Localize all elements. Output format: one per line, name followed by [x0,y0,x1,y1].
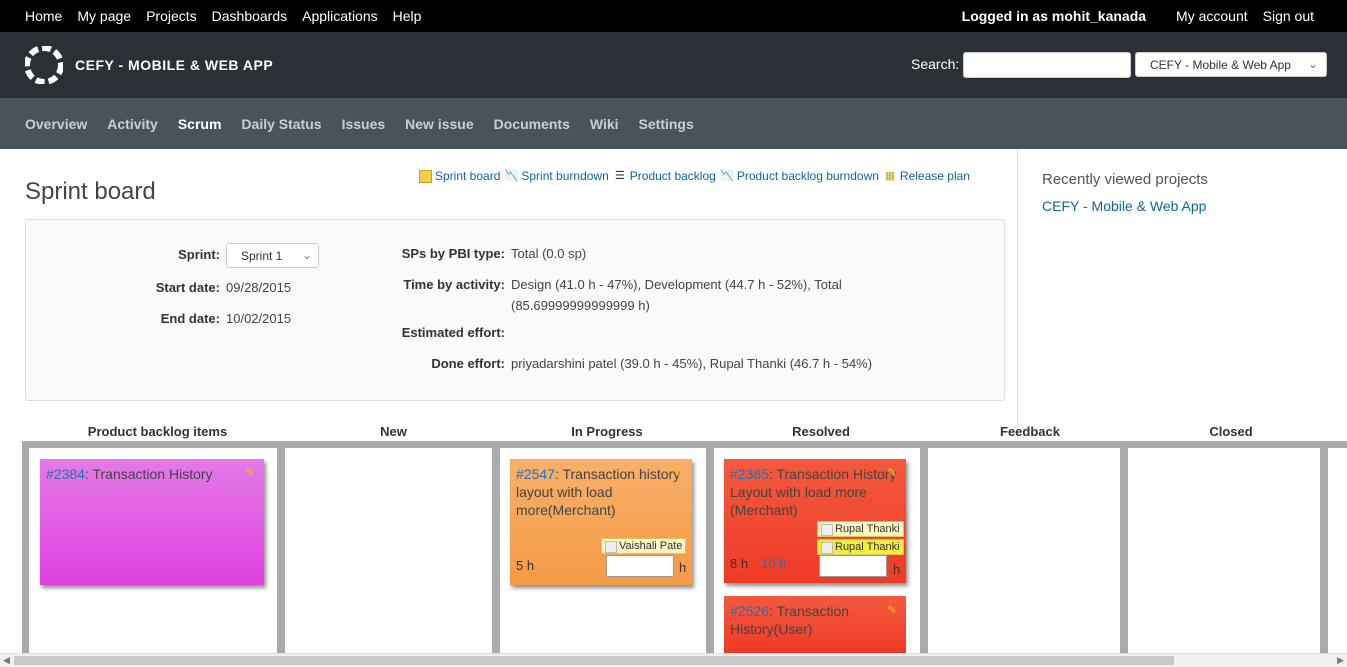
done-effort-value: priyadarshini patel (39.0 h - 45%), Rupa… [511,356,873,371]
horizontal-scrollbar[interactable]: ◀ ▶ [0,653,1347,667]
assignee-badge[interactable]: Rupal Thanki [817,521,904,537]
time-activity-value-total: (85.69999999999999 h) [511,298,650,313]
release-plan-link[interactable]: ▦ Release plan [883,169,970,183]
chevron-down-icon: ⌄ [1307,57,1318,71]
card-title: : Transaction History [84,466,213,482]
issue-id-link[interactable]: #2526 [730,603,769,619]
assignee-badge[interactable]: Rupal Thanki [817,539,904,555]
backlog-card[interactable]: #2384: Transaction History ✎ [40,459,264,585]
tab-activity[interactable]: Activity [107,116,158,132]
my-account-link[interactable]: My account [1176,8,1248,24]
spent-hours: 10 h [761,556,787,571]
scroll-right-icon[interactable]: ▶ [1337,654,1344,667]
search-label: Search: [911,56,960,72]
column-header-in-progress: In Progress [571,424,643,439]
tab-settings[interactable]: Settings [639,116,694,132]
top-link-home[interactable]: Home [25,8,62,24]
assignee-badge[interactable]: Vaishali Pate [601,538,687,554]
column-header-resolved: Resolved [792,424,850,439]
task-card[interactable]: #2526: Transaction History(User) ✎ [724,596,906,653]
issue-id-link[interactable]: #2385 [730,466,769,482]
done-effort-label: Done effort: [431,356,505,371]
sps-value: Total (0.0 sp) [511,246,587,261]
search-input[interactable] [963,52,1131,78]
project-header: CEFY - MOBILE & WEB APP Search: CEFY - M… [0,32,1347,98]
column-header-feedback: Feedback [1000,424,1060,439]
chevron-down-icon: ⌄ [301,248,312,262]
hours-unit: h [893,562,901,577]
main-menu: Overview Activity Scrum Daily Status Iss… [0,98,1347,149]
estimated-effort-label: Estimated effort: [401,325,505,340]
scroll-left-icon[interactable]: ◀ [3,654,10,667]
product-backlog-link[interactable]: ☰ Product backlog [613,169,716,183]
list-icon: ☰ [614,170,625,182]
scrollbar-thumb[interactable] [14,656,1174,665]
board-cell-new [285,448,492,653]
board-cell-extra [1328,448,1347,653]
issue-id-link[interactable]: #2384 [46,466,85,482]
end-date-label: End date: [160,311,220,326]
pencil-icon[interactable]: ✎ [673,464,683,482]
top-menu-bar: Home My page Projects Dashboards Applica… [0,0,1347,32]
board-icon [419,169,432,183]
remaining-hours-input[interactable] [606,555,674,577]
top-link-dashboards[interactable]: Dashboards [212,8,288,24]
column-header-pbi: Product backlog items [87,424,228,439]
sign-out-link[interactable]: Sign out [1263,8,1314,24]
release-plan-icon: ▦ [884,170,896,182]
end-date-value: 10/02/2015 [226,311,292,326]
current-user-link[interactable]: mohit_kanada [1052,8,1146,24]
board-cell-closed [1128,448,1320,653]
top-link-help[interactable]: Help [393,8,422,24]
sprint-info-box: Sprint: Sprint 1 ⌄ Start date: 09/28/201… [25,219,1005,401]
estimated-hours: 8 h [730,556,749,571]
tab-daily-status[interactable]: Daily Status [241,116,321,132]
page-title: Sprint board [25,178,156,205]
project-title: CEFY - MOBILE & WEB APP [75,57,274,73]
top-link-applications[interactable]: Applications [302,8,378,24]
pencil-icon[interactable]: ✎ [887,464,897,482]
sprint-select[interactable]: Sprint 1 ⌄ [226,243,319,268]
top-link-my-page[interactable]: My page [77,8,131,24]
sprint-burndown-link[interactable]: 📉 Sprint burndown [504,169,609,183]
time-activity-value: Design (41.0 h - 47%), Development (44.7… [511,277,842,292]
chart-icon: 📉 [719,170,734,182]
board-cell-feedback [928,448,1120,653]
tab-scrum[interactable]: Scrum [178,116,222,132]
estimated-hours: 5 h [516,558,535,573]
tab-overview[interactable]: Overview [25,116,87,132]
pencil-icon[interactable]: ✎ [245,464,255,482]
project-logo-icon [25,46,63,84]
project-jump-select[interactable]: CEFY - Mobile & Web App ⌄ [1135,52,1327,77]
tab-new-issue[interactable]: New issue [405,116,473,132]
task-card[interactable]: #2385: Transaction History Layout with l… [724,459,906,583]
board-column-headers: Product backlog items New In Progress Re… [0,422,1347,442]
time-activity-label: Time by activity: [403,277,505,292]
logged-in-status: Logged in as mohit_kanada [961,8,1147,24]
chart-icon: 📉 [504,170,519,182]
remaining-hours-input[interactable] [819,555,887,577]
tab-documents[interactable]: Documents [494,116,570,132]
recent-project-link[interactable]: CEFY - Mobile & Web App [1042,198,1206,214]
pencil-icon[interactable]: ✎ [887,601,897,619]
tab-wiki[interactable]: Wiki [590,116,619,132]
top-link-projects[interactable]: Projects [146,8,197,24]
contextual-links: Sprint board 📉 Sprint burndown ☰ Product b… [419,169,970,183]
column-header-closed: Closed [1209,424,1253,439]
sprint-label: Sprint: [178,247,220,262]
sps-label: SPs by PBI type: [401,246,505,261]
sprint-board-link[interactable]: Sprint board [419,169,500,183]
hours-unit: h [679,560,687,575]
issue-id-link[interactable]: #2547 [516,466,555,482]
tab-issues[interactable]: Issues [342,116,386,132]
column-header-new: New [380,424,407,439]
product-backlog-burndown-link[interactable]: 📉 Product backlog burndown [720,169,879,183]
recent-projects-heading: Recently viewed projects [1042,171,1208,188]
start-date-value: 09/28/2015 [226,280,292,295]
start-date-label: Start date: [155,280,220,295]
task-card[interactable]: #2547: Transaction history layout with l… [510,459,692,585]
